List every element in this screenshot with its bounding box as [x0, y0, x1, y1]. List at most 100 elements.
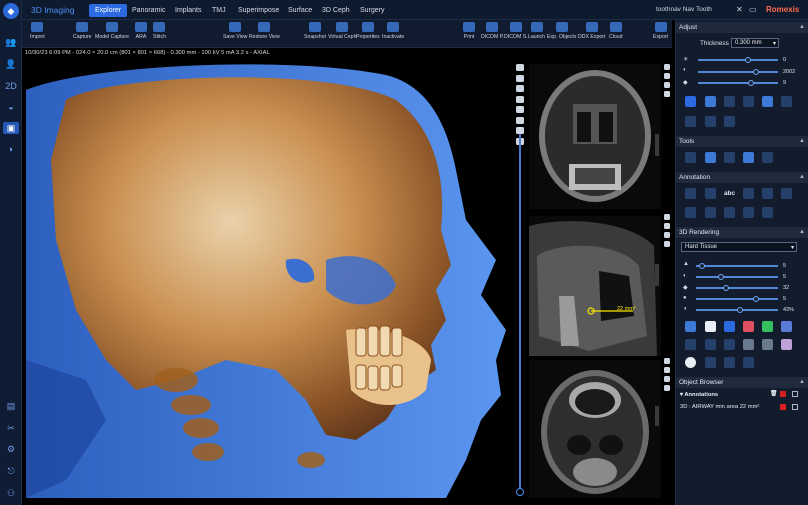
save-case-icon[interactable]: ▭ — [749, 5, 757, 14]
color-swatch[interactable] — [780, 404, 786, 410]
pan-icon[interactable] — [724, 96, 735, 107]
settings-icon[interactable] — [664, 241, 670, 247]
user-icon[interactable]: ⚇ — [3, 487, 19, 499]
grid-icon[interactable] — [743, 96, 754, 107]
3d-imaging-icon[interactable]: ▣ — [3, 122, 19, 134]
tab-superimpose[interactable]: Superimpose — [232, 4, 285, 17]
render-grid-icon[interactable] — [724, 321, 735, 332]
coronal-view[interactable] — [529, 64, 661, 209]
layout-icon[interactable] — [781, 96, 792, 107]
ddx-export-button[interactable]: DDX Export — [578, 22, 605, 40]
sharpen-knob[interactable] — [747, 80, 754, 86]
box-icon[interactable] — [705, 357, 716, 368]
airway-icon[interactable] — [762, 152, 773, 163]
dicom-print-button[interactable]: DICOM P. — [481, 22, 504, 40]
export-objects-button[interactable]: Exp. Objects — [547, 22, 576, 40]
axial-scrollbar[interactable] — [655, 406, 659, 426]
threshold-knob[interactable] — [698, 263, 705, 269]
coronal-scrollbar[interactable] — [655, 134, 659, 156]
measure-3d-icon[interactable] — [685, 207, 696, 218]
pivot-icon[interactable] — [685, 339, 696, 350]
snapshot-button[interactable]: Snapshot — [304, 22, 326, 40]
rotate-icon[interactable] — [664, 223, 670, 229]
reset-icon[interactable] — [743, 357, 754, 368]
tab-surgery[interactable]: Surgery — [354, 4, 391, 17]
render-image-icon[interactable] — [685, 321, 696, 332]
3d-render-viewport[interactable] — [26, 60, 510, 498]
sagittal-scrollbar[interactable] — [655, 264, 659, 286]
tooth-slider[interactable] — [696, 287, 778, 289]
tooth-icon[interactable] — [743, 152, 754, 163]
intraoral-icon[interactable]: ◗ — [3, 143, 19, 155]
brightness-slider[interactable] — [698, 59, 778, 61]
sharpen-slider[interactable] — [698, 82, 778, 84]
ruler-icon[interactable] — [685, 188, 696, 199]
inactivate-button[interactable]: Inactivate — [382, 22, 404, 40]
line-icon[interactable] — [781, 188, 792, 199]
nerve-icon[interactable] — [685, 152, 696, 163]
properties-button[interactable]: Properties — [356, 22, 380, 40]
orient-icon[interactable] — [516, 85, 524, 92]
restore-view-button[interactable]: Restore View — [249, 22, 280, 40]
palette-icon[interactable] — [781, 339, 792, 350]
2d-icon[interactable]: 2D — [3, 80, 19, 92]
annotations-group[interactable]: ▾ Annotations 🗑 — [676, 390, 808, 400]
opacity-slider[interactable] — [696, 276, 778, 278]
zoom-icon[interactable] — [685, 96, 696, 107]
camera-icon[interactable] — [664, 376, 670, 382]
angle-icon[interactable] — [705, 188, 716, 199]
opacity-knob[interactable] — [717, 274, 724, 280]
fullscreen-icon[interactable] — [664, 64, 670, 70]
capture-button[interactable]: Capture — [73, 22, 91, 40]
arrow-icon[interactable] — [762, 188, 773, 199]
patients-icon[interactable]: 👥 — [3, 36, 19, 48]
contrast-knob[interactable] — [753, 69, 760, 75]
histogram-icon[interactable] — [705, 116, 716, 127]
sphere-icon[interactable] — [743, 339, 754, 350]
cube-icon[interactable] — [724, 339, 735, 350]
tooth-knob[interactable] — [722, 285, 729, 291]
text-box-icon[interactable] — [743, 188, 754, 199]
point-icon[interactable] — [724, 207, 735, 218]
tab-tmj[interactable]: TMJ — [206, 4, 232, 17]
area-icon[interactable] — [743, 207, 754, 218]
angle-3d-icon[interactable] — [705, 207, 716, 218]
image-icon[interactable] — [762, 96, 773, 107]
filter-icon[interactable] — [724, 357, 735, 368]
brightness-knob[interactable] — [744, 57, 751, 63]
import-button[interactable]: Import — [30, 22, 45, 40]
text-annotation-button[interactable]: abc — [724, 190, 735, 197]
fullscreen-icon[interactable] — [664, 214, 670, 220]
model-capture-button[interactable]: Model Capture — [95, 22, 129, 40]
object-browser-header[interactable]: Object Browser ▲ — [676, 377, 808, 388]
settings-icon[interactable] — [664, 91, 670, 97]
3d-rendering-header[interactable]: 3D Rendering ▲ — [676, 227, 808, 238]
panoramic-icon[interactable]: ◒ — [3, 101, 19, 113]
green-object-icon[interactable] — [762, 321, 773, 332]
head-icon[interactable] — [762, 339, 773, 350]
rotate-3d-icon[interactable] — [685, 116, 696, 127]
head-side-icon[interactable] — [516, 116, 524, 124]
red-object-icon[interactable] — [743, 321, 754, 332]
stitch-button[interactable]: Stitch — [153, 22, 166, 40]
settings-icon[interactable] — [664, 385, 670, 391]
export-button[interactable]: Export — [653, 22, 668, 40]
blue-object-icon[interactable] — [781, 321, 792, 332]
transparency-knob[interactable] — [737, 307, 744, 313]
render-skull-icon[interactable] — [705, 321, 716, 332]
head-front-icon[interactable] — [516, 106, 524, 113]
slice-slider-track[interactable] — [519, 134, 521, 492]
camera-icon[interactable] — [516, 74, 524, 82]
tools-icon[interactable]: ✂ — [3, 422, 19, 434]
rendering-preset-select[interactable]: Hard Tissue ▾ — [681, 242, 797, 252]
rotate-icon[interactable] — [516, 95, 524, 103]
annotation-header[interactable]: Annotation ▲ — [676, 172, 808, 183]
camera-icon[interactable] — [664, 232, 670, 238]
contrast-slider[interactable] — [698, 71, 778, 73]
airway-annotation-item[interactable]: 3D : AIRWAY min area 22 mm² — [676, 402, 808, 412]
skull-icon[interactable] — [705, 152, 716, 163]
crop-icon[interactable] — [705, 339, 716, 350]
logout-icon[interactable]: ⎋ — [3, 465, 19, 477]
color-swatch[interactable] — [780, 391, 786, 397]
print-button[interactable]: Print — [463, 22, 475, 40]
